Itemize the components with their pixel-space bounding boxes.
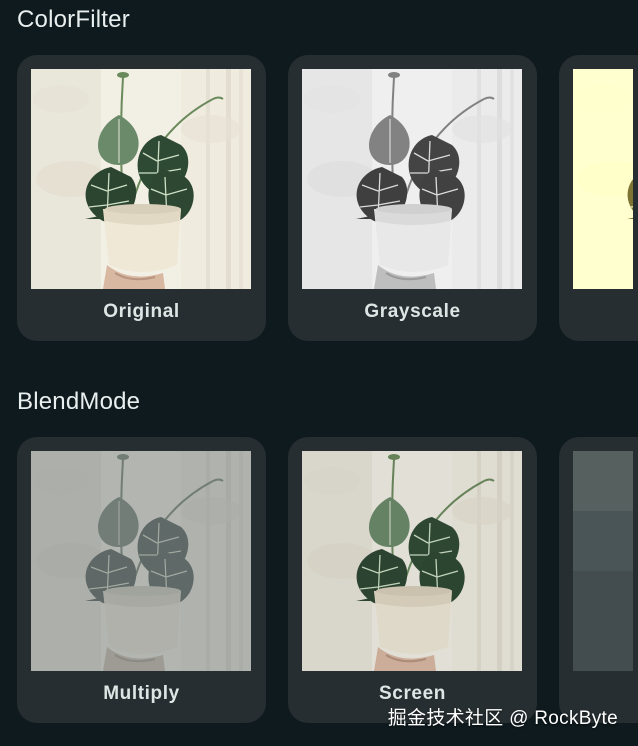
card-multiply[interactable]: Multiply xyxy=(17,437,266,723)
card-label: Multiply xyxy=(103,683,180,704)
watermark-text: 掘金技术社区 @ RockByte xyxy=(387,708,618,729)
card-sepia-partial[interactable] xyxy=(559,55,638,341)
card-label: Grayscale xyxy=(364,301,461,322)
card-label: Screen xyxy=(379,683,446,704)
plant-image-screen xyxy=(302,451,522,671)
card-label: Original xyxy=(103,301,180,322)
plant-image-grayscale xyxy=(302,69,522,289)
plant-image-multiply xyxy=(31,451,251,671)
plant-image-original xyxy=(31,69,251,289)
plant-image-sepia xyxy=(573,69,633,289)
card-grayscale[interactable]: Grayscale xyxy=(288,55,537,341)
section-title-colorfilter: ColorFilter xyxy=(17,6,130,33)
card-blend-partial[interactable] xyxy=(559,437,638,723)
card-original[interactable]: Original xyxy=(17,55,266,341)
card-screen[interactable]: Screen xyxy=(288,437,537,723)
section-title-blendmode: BlendMode xyxy=(17,388,141,415)
colorfilter-card-row[interactable]: Original Grayscale xyxy=(17,55,638,341)
screen: ColorFilter Original Grayscale BlendMode xyxy=(0,0,638,746)
plant-image-blend xyxy=(573,451,633,671)
blendmode-card-row[interactable]: Multiply Screen xyxy=(17,437,638,723)
